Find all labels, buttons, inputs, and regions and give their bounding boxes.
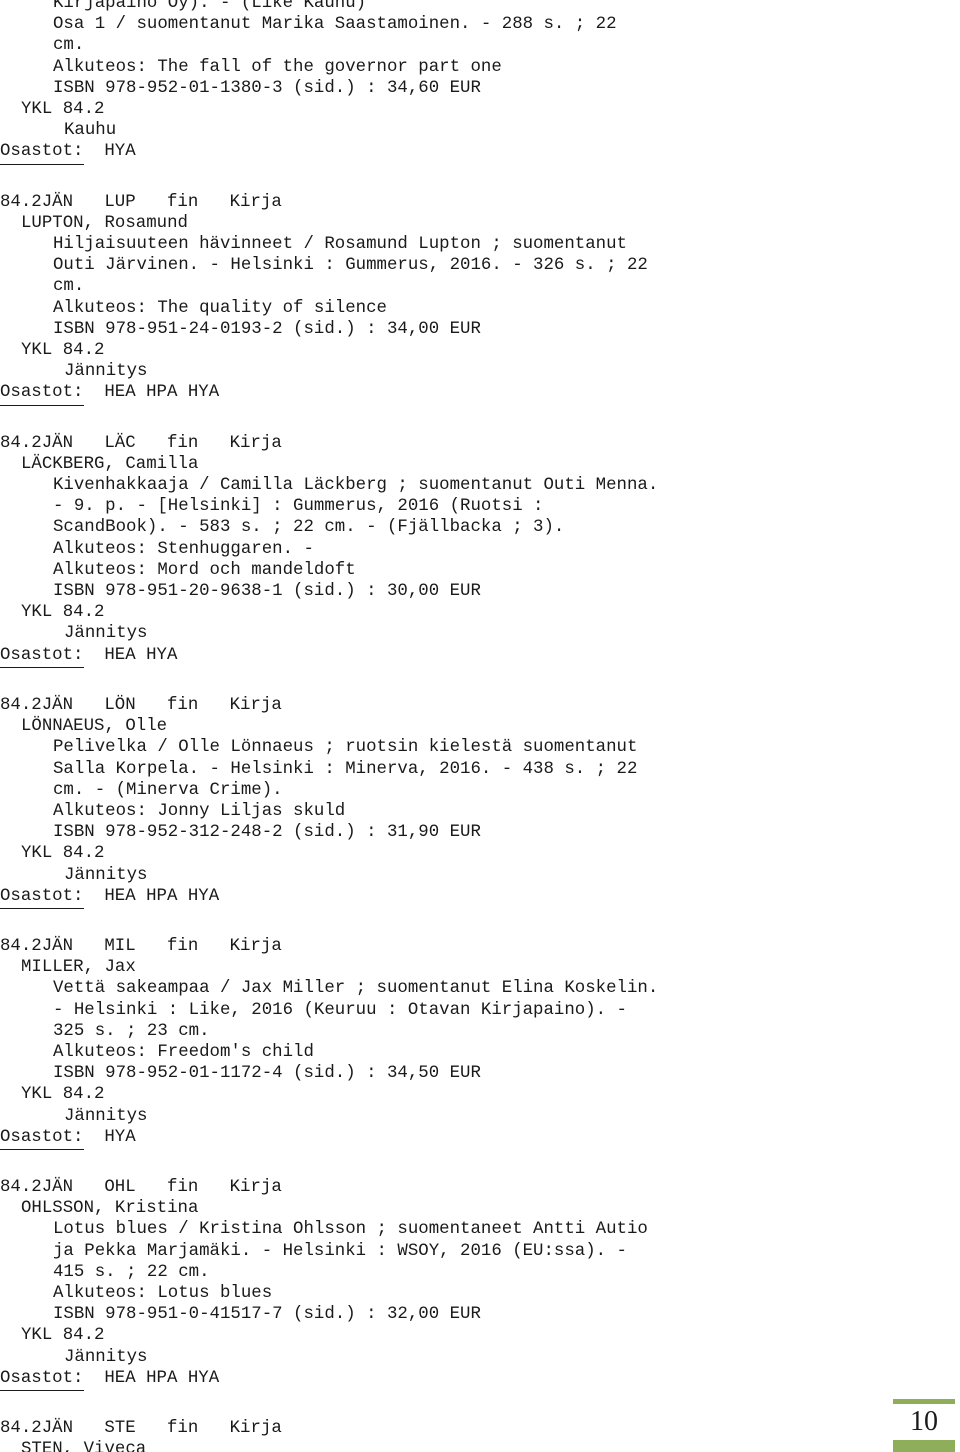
entry-author: LUPTON, Rosamund xyxy=(21,213,188,233)
entry-description-line: ISBN 978-952-01-1172-4 (sid.) : 34,50 EU… xyxy=(53,1064,481,1084)
entry-description-line: ISBN 978-952-01-1380-3 (sid.) : 34,60 EU… xyxy=(53,78,481,98)
departments-label: Osastot: xyxy=(0,141,84,165)
entry-description-line: - 9. p. - [Helsinki] : Gummerus, 2016 (R… xyxy=(53,497,544,517)
entry-author: LÄCKBERG, Camilla xyxy=(21,454,199,474)
departments-value: HEA HPA HYA xyxy=(83,1368,220,1388)
entry-ykl-class: YKL 84.2 xyxy=(21,341,105,361)
entry-genre: Jännitys xyxy=(64,362,148,382)
departments-label: Osastot: xyxy=(0,1368,84,1391)
entry-description-line: 415 s. ; 22 cm. xyxy=(53,1262,210,1282)
entry-ykl-class: YKL 84.2 xyxy=(21,1085,105,1105)
entry-author: STEN, Viveca xyxy=(21,1440,147,1452)
departments-label: Osastot: xyxy=(0,382,84,406)
departments-value: HYA xyxy=(83,1127,136,1147)
entry-classification-header: 84.2JÄN LÖN fin Kirja xyxy=(0,695,282,715)
entry-description-line: Vettä sakeampaa / Jax Miller ; suomentan… xyxy=(53,979,659,999)
catalogue-entry: Kirjapaino Oy). - (Like Kauhu) Osa 1 / su… xyxy=(0,0,960,165)
entry-description-line: Pelivelka / Olle Lönnaeus ; ruotsin kiel… xyxy=(53,738,638,758)
entry-description-line: Hiljaisuuteen hävinneet / Rosamund Lupto… xyxy=(53,235,627,255)
departments-value: HYA xyxy=(83,142,136,162)
folio-rule-bottom xyxy=(893,1440,955,1452)
entry-ykl-class: YKL 84.2 xyxy=(21,1326,105,1346)
entry-description-line: ISBN 978-951-24-0193-2 (sid.) : 34,00 EU… xyxy=(53,319,481,339)
page-folio: 10 xyxy=(893,1399,955,1452)
entry-departments-row: Osastot: HYA xyxy=(0,141,960,165)
departments-label: Osastot: xyxy=(0,645,84,668)
entry-author: OHLSSON, Kristina xyxy=(21,1199,199,1219)
entry-genre: Kauhu xyxy=(64,121,117,141)
entry-description-line: Osa 1 / suomentanut Marika Saastamoinen.… xyxy=(53,15,617,35)
entry-description-line: ScandBook). - 583 s. ; 22 cm. - (Fjällba… xyxy=(53,518,565,538)
entry-classification-header: 84.2JÄN LÄC fin Kirja xyxy=(0,433,282,453)
entry-genre: Jännitys xyxy=(64,1347,148,1367)
entry-genre: Jännitys xyxy=(64,624,148,644)
entry-departments-row: Osastot: HEA HPA HYA xyxy=(0,886,960,909)
entry-description-line: Alkuteos: Jonny Liljas skuld xyxy=(53,801,346,821)
entry-ykl-class: YKL 84.2 xyxy=(21,100,105,120)
entry-description-line: ISBN 978-951-0-41517-7 (sid.) : 32,00 EU… xyxy=(53,1305,481,1325)
catalogue-page: Kirjapaino Oy). - (Like Kauhu) Osa 1 / su… xyxy=(0,0,960,1452)
entry-description-line: cm. - (Minerva Crime). xyxy=(53,780,283,800)
entry-description-line: ISBN 978-952-312-248-2 (sid.) : 31,90 EU… xyxy=(53,823,481,843)
entry-ykl-class: YKL 84.2 xyxy=(21,844,105,864)
entry-description-line: Kivenhakkaaja / Camilla Läckberg ; suome… xyxy=(53,476,659,496)
entry-departments-row: Osastot: HEA HPA HYA xyxy=(0,1368,960,1391)
entry-description-line: 325 s. ; 23 cm. xyxy=(53,1021,210,1041)
entry-description-line: cm. xyxy=(53,36,85,56)
entry-departments-row: Osastot: HEA HPA HYA xyxy=(0,382,960,406)
entry-classification-header: 84.2JÄN LUP fin Kirja xyxy=(0,192,282,212)
page-number: 10 xyxy=(910,1406,938,1437)
entry-description-line: Alkuteos: Lotus blues xyxy=(53,1283,273,1303)
entry-classification-header: 84.2JÄN STE fin Kirja xyxy=(0,1418,282,1438)
catalogue-entry: 84.2JÄN LUP fin Kirja LUPTON, Rosamund Hil… xyxy=(0,192,960,406)
departments-label: Osastot: xyxy=(0,886,84,909)
entry-description-line: ISBN 978-951-20-9638-1 (sid.) : 30,00 EU… xyxy=(53,582,481,602)
entry-departments-row: Osastot: HYA xyxy=(0,1127,960,1150)
entry-description-line: Kirjapaino Oy). - (Like Kauhu) xyxy=(53,0,367,13)
entry-author: LÖNNAEUS, Olle xyxy=(21,717,168,737)
entry-departments-row: Osastot: HEA HYA xyxy=(0,645,960,668)
entry-description-line: Salla Korpela. - Helsinki : Minerva, 201… xyxy=(53,759,638,779)
entry-description-line: cm. xyxy=(53,277,85,297)
catalogue-entry-list: Kirjapaino Oy). - (Like Kauhu) Osa 1 / su… xyxy=(0,0,960,1452)
entry-description-line: Alkuteos: Stenhuggaren. - xyxy=(53,539,314,559)
departments-label: Osastot: xyxy=(0,1127,84,1150)
catalogue-entry: 84.2JÄN LÖN fin Kirja LÖNNAEUS, Olle Peliv… xyxy=(0,695,960,909)
catalogue-entry: 84.2JÄN MIL fin Kirja MILLER, Jax Vettä sa… xyxy=(0,936,960,1150)
catalogue-entry: 84.2JÄN STE fin Kirja STEN, Viveca xyxy=(0,1418,960,1452)
departments-value: HEA HYA xyxy=(83,645,178,665)
entry-ykl-class: YKL 84.2 xyxy=(21,603,105,623)
entry-description-line: ja Pekka Marjamäki. - Helsinki : WSOY, 2… xyxy=(53,1241,627,1261)
catalogue-entry: 84.2JÄN LÄC fin Kirja LÄCKBERG, Camilla Ki… xyxy=(0,433,960,668)
entry-description-line: - Helsinki : Like, 2016 (Keuruu : Otavan… xyxy=(53,1000,627,1020)
entry-description-line: Alkuteos: The fall of the governor part … xyxy=(53,57,502,77)
entry-description-line: Lotus blues / Kristina Ohlsson ; suoment… xyxy=(53,1220,648,1240)
entry-author: MILLER, Jax xyxy=(21,958,136,978)
entry-classification-header: 84.2JÄN OHL fin Kirja xyxy=(0,1177,282,1197)
departments-value: HEA HPA HYA xyxy=(83,886,220,906)
departments-value: HEA HPA HYA xyxy=(83,383,220,403)
entry-classification-header: 84.2JÄN MIL fin Kirja xyxy=(0,936,282,956)
entry-genre: Jännitys xyxy=(64,1106,148,1126)
entry-description-line: Alkuteos: The quality of silence xyxy=(53,298,387,318)
entry-description-line: Alkuteos: Mord och mandeldoft xyxy=(53,560,356,580)
entry-description-line: Alkuteos: Freedom's child xyxy=(53,1042,314,1062)
entry-description-line: Outi Järvinen. - Helsinki : Gummerus, 20… xyxy=(53,256,648,276)
catalogue-entry: 84.2JÄN OHL fin Kirja OHLSSON, Kristina Lo… xyxy=(0,1177,960,1391)
entry-genre: Jännitys xyxy=(64,865,148,885)
